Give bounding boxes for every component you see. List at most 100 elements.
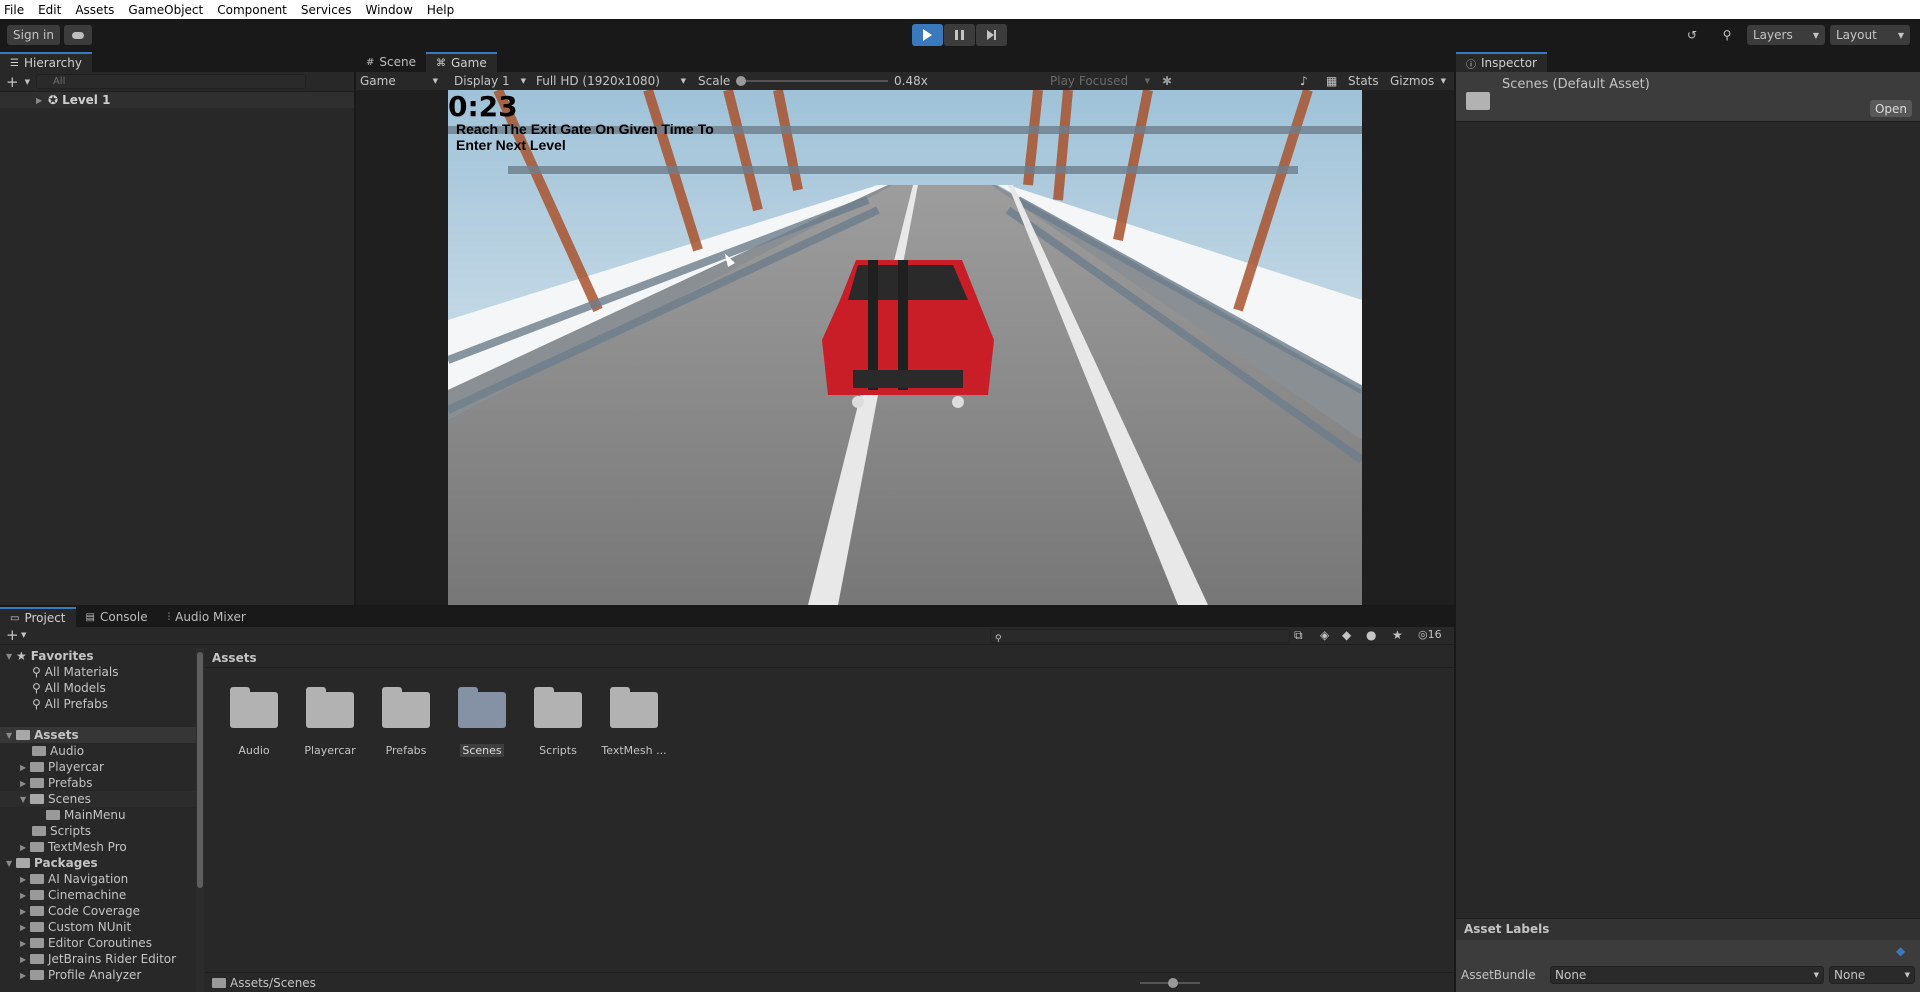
menu-services[interactable]: Services — [301, 3, 352, 17]
game-mode-dropdown[interactable]: Game ▼ — [356, 72, 442, 90]
objective-line-2: Enter Next Level — [456, 137, 566, 153]
menu-gameobject[interactable]: GameObject — [128, 3, 203, 17]
star-icon[interactable]: ★ — [1392, 628, 1403, 642]
menu-window[interactable]: Window — [366, 3, 413, 17]
favorites-row[interactable]: ▼ ★ Favorites — [0, 648, 196, 664]
scale-slider-thumb[interactable] — [736, 76, 746, 86]
expand-arrow-icon[interactable]: ▶ — [20, 971, 30, 980]
expand-arrow-icon[interactable]: ▼ — [6, 731, 16, 740]
menu-edit[interactable]: Edit — [38, 3, 61, 17]
bug-icon[interactable]: ✱ — [1162, 74, 1172, 88]
list-item[interactable]: ▶ Profile Analyzer — [0, 967, 196, 983]
breadcrumb-assets[interactable]: Assets — [212, 651, 257, 665]
pause-button[interactable] — [944, 24, 975, 46]
tab-scene[interactable]: # Scene — [356, 52, 426, 72]
asset-bundle-dropdown[interactable]: None ▼ — [1550, 966, 1824, 984]
asset-labels-header[interactable]: Asset Labels — [1456, 918, 1920, 940]
list-item[interactable]: ▶ AI Navigation — [0, 871, 196, 887]
assets-root-row[interactable]: ▼ Assets — [0, 727, 196, 743]
tab-hierarchy[interactable]: ☰ Hierarchy — [0, 52, 92, 72]
packages-root-row[interactable]: ▼ Packages — [0, 855, 196, 871]
list-item[interactable]: ▼ Scenes — [0, 791, 196, 807]
scene-row[interactable]: ▶ ✪ Level 1 — [0, 92, 354, 108]
expand-arrow-icon[interactable]: ▶ — [20, 843, 30, 852]
add-icon[interactable]: + — [6, 626, 19, 644]
scale-slider-track[interactable] — [738, 80, 888, 82]
list-item[interactable]: ▶ Prefabs — [0, 775, 196, 791]
step-button[interactable] — [976, 24, 1007, 46]
expand-arrow-icon[interactable]: ▼ — [6, 652, 16, 661]
menu-component[interactable]: Component — [217, 3, 287, 17]
expand-arrow-icon[interactable]: ▶ — [20, 763, 30, 772]
expand-arrow-icon[interactable]: ▶ — [20, 907, 30, 916]
chevron-down-icon[interactable]: ▼ — [21, 631, 26, 639]
display-dropdown[interactable]: Display 1 ▼ — [450, 72, 530, 90]
list-item[interactable]: Scripts — [0, 823, 196, 839]
list-item[interactable]: ▶ TextMesh Pro — [0, 839, 196, 855]
list-item[interactable]: ▶ JetBrains Rider Editor — [0, 951, 196, 967]
menu-assets[interactable]: Assets — [75, 3, 114, 17]
search-button[interactable]: ⚲ — [1713, 25, 1741, 45]
history-button[interactable]: ↺ — [1678, 25, 1706, 45]
expand-arrow-icon[interactable]: ▶ — [20, 923, 30, 932]
tree-scrollbar[interactable] — [196, 648, 204, 992]
list-item[interactable]: Audio — [0, 743, 196, 759]
asset-tile-selected[interactable]: Scenes — [447, 687, 517, 757]
zoom-slider-thumb[interactable] — [1168, 978, 1178, 988]
gizmos-dropdown[interactable]: Gizmos ▼ — [1386, 72, 1450, 90]
filter-icon[interactable]: ⧉ — [1294, 628, 1303, 643]
expand-arrow-icon[interactable]: ▶ — [36, 96, 46, 105]
asset-tile[interactable]: Prefabs — [371, 687, 441, 757]
label-icon[interactable]: ◆ — [1342, 628, 1351, 642]
list-item[interactable]: ⚲ All Models — [0, 680, 196, 696]
tab-inspector[interactable]: ⓘ Inspector — [1456, 52, 1547, 72]
hidden-packages-toggle[interactable]: ◎16 — [1418, 628, 1442, 641]
expand-arrow-icon[interactable]: ▼ — [20, 795, 30, 804]
expand-arrow-icon[interactable]: ▶ — [20, 875, 30, 884]
expand-arrow-icon[interactable]: ▶ — [20, 955, 30, 964]
expand-arrow-icon[interactable]: ▼ — [6, 859, 16, 868]
add-icon[interactable]: + — [6, 73, 19, 91]
asset-tile[interactable]: Audio — [219, 687, 289, 757]
tab-game[interactable]: ⌘ Game — [425, 52, 497, 72]
tag-icon[interactable]: ◆ — [1896, 944, 1905, 958]
play-button[interactable] — [912, 24, 943, 46]
asset-tile[interactable]: Scripts — [523, 687, 593, 757]
chevron-down-icon[interactable]: ▼ — [25, 78, 30, 86]
list-item[interactable]: ▶ Code Coverage — [0, 903, 196, 919]
hierarchy-search-input[interactable]: All — [35, 74, 306, 89]
layers-dropdown[interactable]: Layers ▼ — [1747, 25, 1825, 45]
list-item[interactable]: MainMenu — [0, 807, 196, 823]
tab-project[interactable]: ▭ Project — [0, 607, 76, 627]
resolution-dropdown[interactable]: Full HD (1920x1080) ▼ — [532, 72, 690, 90]
type-filter-icon[interactable]: ◈ — [1320, 628, 1329, 642]
menu-help[interactable]: Help — [427, 3, 454, 17]
list-item[interactable]: ▶ Custom NUnit — [0, 919, 196, 935]
expand-arrow-icon[interactable]: ▶ — [20, 779, 30, 788]
list-item[interactable]: ⚲ All Prefabs — [0, 696, 196, 712]
grid-icon[interactable]: ▦ — [1326, 74, 1337, 88]
list-item[interactable]: ⚲ All Materials — [0, 664, 196, 680]
tab-console[interactable]: ▤ Console — [76, 607, 158, 627]
tab-audio-mixer[interactable]: ⫶ Audio Mixer — [158, 607, 256, 627]
asset-variant-dropdown[interactable]: None ▼ — [1829, 966, 1915, 984]
open-button[interactable]: Open — [1870, 100, 1912, 117]
info-icon[interactable]: ● — [1366, 628, 1376, 642]
cloud-button[interactable] — [64, 25, 92, 45]
asset-tile[interactable]: Playercar — [295, 687, 365, 757]
menu-file[interactable]: File — [4, 3, 24, 17]
game-viewport[interactable]: 0:23 Reach The Exit Gate On Given Time T… — [448, 90, 1362, 605]
list-item[interactable]: ▶ Playercar — [0, 759, 196, 775]
layout-dropdown[interactable]: Layout ▼ — [1830, 25, 1910, 45]
expand-arrow-icon[interactable]: ▶ — [20, 891, 30, 900]
play-focused-dropdown[interactable]: Play Focused ▼ — [1046, 72, 1154, 90]
audio-icon[interactable]: ♪ — [1300, 74, 1308, 88]
project-search-input[interactable]: ⚲ — [990, 629, 1290, 644]
list-item[interactable]: ▶ Editor Coroutines — [0, 935, 196, 951]
list-item[interactable]: ▶ Cinemachine — [0, 887, 196, 903]
asset-tile[interactable]: TextMesh ... — [599, 687, 669, 757]
expand-arrow-icon[interactable]: ▶ — [20, 939, 30, 948]
sign-in-button[interactable]: Sign in — [7, 25, 60, 45]
stats-button[interactable]: Stats — [1348, 74, 1379, 88]
tree-scrollbar-thumb[interactable] — [197, 652, 203, 888]
